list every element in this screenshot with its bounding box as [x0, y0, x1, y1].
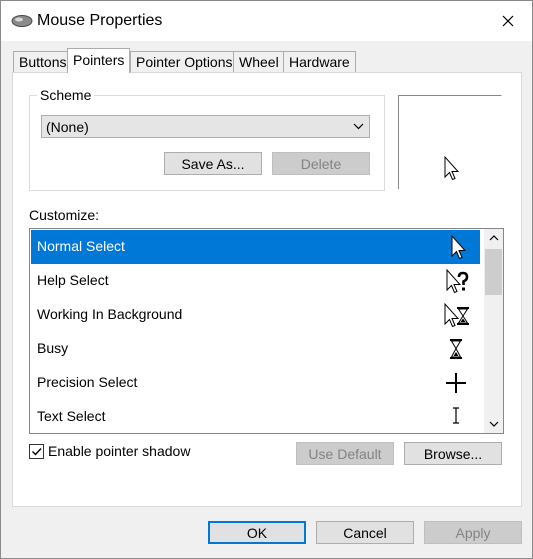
list-item-working-in-background[interactable]: Working In Background [31, 298, 480, 332]
chevron-down-icon [353, 123, 364, 130]
scheme-groupbox [29, 95, 385, 191]
list-item-label: Precision Select [37, 374, 138, 390]
pointers-tab-panel: Scheme (None) Save As... Delete Customiz… [12, 72, 522, 507]
scheme-dropdown[interactable]: (None) [41, 115, 370, 138]
list-item-normal-select[interactable]: Normal Select [31, 230, 480, 264]
cursor-list[interactable]: Normal Select Help Select Working In Bac… [29, 228, 504, 434]
enable-pointer-shadow-checkbox[interactable] [29, 444, 44, 459]
hourglass-cursor-icon [450, 339, 462, 359]
enable-pointer-shadow-label[interactable]: Enable pointer shadow [48, 443, 190, 459]
tab-buttons[interactable]: Buttons [13, 51, 73, 73]
title-bar: Mouse Properties [1, 1, 532, 41]
tab-pointers[interactable]: Pointers [67, 48, 131, 73]
checkmark-icon [32, 448, 42, 456]
chevron-down-icon [489, 421, 498, 427]
help-cursor-icon [446, 268, 469, 294]
mouse-icon [11, 15, 33, 27]
use-default-button[interactable]: Use Default [296, 442, 394, 465]
close-icon [502, 15, 514, 27]
list-scrollbar[interactable] [484, 229, 503, 433]
save-as-button[interactable]: Save As... [164, 152, 262, 175]
arrow-cursor-icon [451, 234, 467, 260]
list-item-label: Normal Select [37, 238, 125, 254]
scroll-up-button[interactable] [484, 229, 503, 246]
crosshair-cursor-icon [446, 373, 466, 393]
list-item-label: Help Select [37, 272, 109, 288]
list-item-label: Busy [37, 340, 69, 356]
mouse-properties-dialog: Mouse Properties Buttons Pointers Pointe… [0, 0, 533, 559]
close-button[interactable] [486, 5, 530, 37]
working-cursor-icon [444, 302, 469, 328]
scheme-label: Scheme [37, 87, 95, 103]
apply-button[interactable]: Apply [424, 521, 522, 544]
arrow-cursor-icon [444, 155, 460, 181]
scheme-selected-value: (None) [46, 119, 89, 135]
browse-button[interactable]: Browse... [404, 442, 502, 465]
delete-button[interactable]: Delete [272, 152, 370, 175]
tab-wheel[interactable]: Wheel [233, 51, 285, 73]
scroll-down-button[interactable] [484, 416, 503, 433]
tab-hardware[interactable]: Hardware [283, 51, 356, 73]
list-item-text-select[interactable]: Text Select [31, 400, 480, 433]
cancel-button[interactable]: Cancel [316, 521, 414, 544]
scroll-thumb[interactable] [485, 249, 502, 295]
list-item-busy[interactable]: Busy [31, 332, 480, 366]
customize-label: Customize: [29, 207, 100, 223]
ibeam-cursor-icon [453, 407, 459, 424]
ok-button[interactable]: OK [208, 521, 306, 544]
list-item-precision-select[interactable]: Precision Select [31, 366, 480, 400]
list-item-label: Text Select [37, 408, 106, 424]
list-item-help-select[interactable]: Help Select [31, 264, 480, 298]
chevron-up-icon [489, 235, 498, 241]
cursor-preview [398, 95, 502, 189]
window-title: Mouse Properties [37, 12, 163, 29]
tab-pointer-options[interactable]: Pointer Options [130, 51, 239, 73]
list-item-label: Working In Background [37, 306, 183, 322]
